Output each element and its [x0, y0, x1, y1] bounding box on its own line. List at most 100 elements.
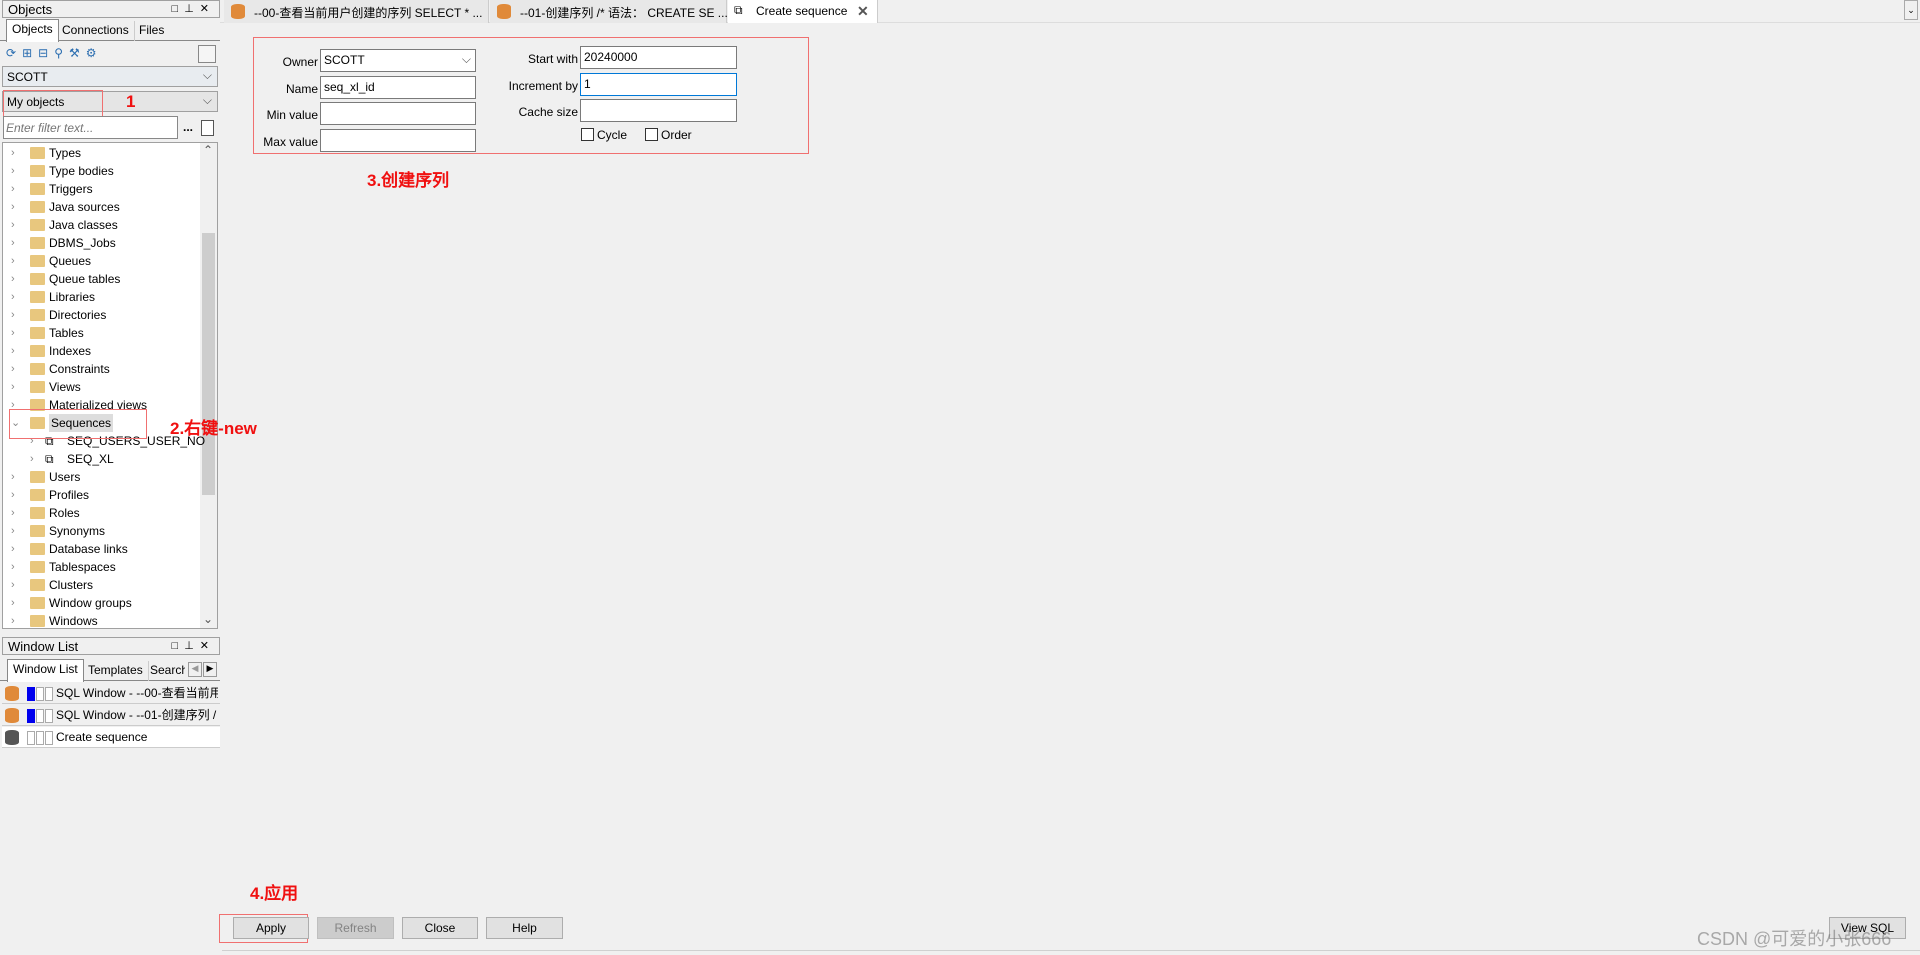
tab-scroll-right-icon[interactable]: ▶	[203, 662, 217, 677]
chevron-right-icon[interactable]: ›	[11, 558, 15, 576]
window-list-item[interactable]: SQL Window - --00-查看当前用户创建的序列 SELECT	[2, 683, 220, 704]
tree-item[interactable]: › Triggers	[3, 180, 201, 198]
tab-objects[interactable]: Objects	[6, 19, 59, 42]
cache-size-input[interactable]	[580, 99, 737, 122]
collapse-icon[interactable]: ⊟	[38, 46, 54, 60]
new-filter-icon[interactable]	[201, 120, 214, 136]
panel-controls[interactable]: □⊥✕	[172, 2, 215, 15]
filter-icon[interactable]: ⚒	[69, 46, 86, 60]
folder-icon	[30, 237, 45, 249]
tree-item[interactable]: › Roles	[3, 504, 201, 522]
expand-icon[interactable]: ⊞	[22, 46, 38, 60]
tree-item[interactable]: › Queues	[3, 252, 201, 270]
chevron-right-icon[interactable]: ›	[11, 378, 15, 396]
order-checkbox[interactable]	[645, 128, 658, 141]
window-list-tabs: Window List Templates Search ◀ ▶	[0, 659, 220, 682]
chevron-right-icon[interactable]: ›	[11, 324, 15, 342]
find-icon[interactable]: ⚲	[54, 46, 69, 60]
chevron-right-icon[interactable]: ›	[11, 288, 15, 306]
tab-scroll-left-icon[interactable]: ◀	[188, 662, 202, 677]
tree-item[interactable]: › Libraries	[3, 288, 201, 306]
chevron-right-icon[interactable]: ›	[11, 162, 15, 180]
objects-panel-header: Objects □⊥✕	[2, 0, 220, 18]
filter-edit-icon[interactable]: ⚙	[86, 46, 103, 60]
chevron-right-icon[interactable]: ›	[11, 468, 15, 486]
max-value-label: Max value	[263, 135, 318, 149]
tree-item[interactable]: › Windows	[3, 612, 201, 628]
tab-list-chevron-icon[interactable]: ⌄	[1904, 0, 1918, 20]
cycle-checkbox[interactable]	[581, 128, 594, 141]
chevron-right-icon[interactable]: ›	[11, 252, 15, 270]
tab-search[interactable]: Search	[145, 661, 185, 681]
close-button[interactable]: Close	[402, 917, 478, 939]
tab-templates[interactable]: Templates	[83, 661, 149, 681]
chevron-right-icon[interactable]: ›	[11, 486, 15, 504]
chevron-right-icon[interactable]: ›	[11, 306, 15, 324]
tree-item[interactable]: › Constraints	[3, 360, 201, 378]
folder-icon	[30, 219, 45, 231]
refresh-button[interactable]: Refresh	[317, 917, 394, 939]
tree-item[interactable]: › Indexes	[3, 342, 201, 360]
tab-files[interactable]: Files	[134, 21, 169, 41]
chevron-right-icon[interactable]: ›	[11, 522, 15, 540]
chevron-right-icon[interactable]: ›	[11, 144, 15, 162]
chevron-right-icon[interactable]: ›	[11, 180, 15, 198]
tree-item[interactable]: › Window groups	[3, 594, 201, 612]
chevron-right-icon[interactable]: ›	[11, 360, 15, 378]
tree-item[interactable]: › Views	[3, 378, 201, 396]
name-input[interactable]: seq_xl_id	[320, 76, 476, 99]
toggle-button[interactable]	[198, 45, 216, 63]
tree-item[interactable]: › Types	[3, 144, 201, 162]
scroll-thumb[interactable]	[202, 233, 215, 495]
chevron-right-icon[interactable]: ›	[11, 270, 15, 288]
owner-select[interactable]: SCOTT ⌵	[2, 66, 218, 87]
tree-item[interactable]: › Synonyms	[3, 522, 201, 540]
chevron-down-icon: ⌵	[461, 52, 471, 66]
tree-item[interactable]: › Users	[3, 468, 201, 486]
close-tab-icon[interactable]: ✕	[857, 3, 869, 20]
chevron-right-icon[interactable]: ›	[11, 198, 15, 216]
start-with-input[interactable]: 20240000	[580, 46, 737, 69]
chevron-right-icon[interactable]: ›	[11, 216, 15, 234]
tab-sql-window-00[interactable]: --00-查看当前用户创建的序列 SELECT * ...	[224, 0, 489, 23]
tree-item[interactable]: › Java classes	[3, 216, 201, 234]
tree-item[interactable]: › Type bodies	[3, 162, 201, 180]
chevron-right-icon[interactable]: ›	[11, 234, 15, 252]
chevron-right-icon[interactable]: ›	[11, 342, 15, 360]
tree-scrollbar[interactable]: ⌃ ⌄	[200, 143, 217, 628]
tree-item[interactable]: › Java sources	[3, 198, 201, 216]
tree-item[interactable]: › Tables	[3, 324, 201, 342]
tree-item[interactable]: › Clusters	[3, 576, 201, 594]
chevron-right-icon[interactable]: ›	[11, 612, 15, 628]
folder-icon	[30, 543, 45, 555]
panel-controls[interactable]: □⊥✕	[172, 639, 215, 652]
apply-button[interactable]: Apply	[233, 917, 309, 939]
tree-item[interactable]: › Database links	[3, 540, 201, 558]
tree-item[interactable]: › DBMS_Jobs	[3, 234, 201, 252]
refresh-icon[interactable]: ⟳	[6, 46, 22, 60]
owner-select[interactable]: SCOTT ⌵	[320, 49, 476, 72]
objects-toolbar[interactable]: ⟳⊞⊟⚲⚒⚙	[6, 46, 103, 60]
tree-item[interactable]: › Directories	[3, 306, 201, 324]
filter-input[interactable]	[3, 116, 178, 139]
min-value-input[interactable]	[320, 102, 476, 125]
tab-sql-window-01[interactable]: --01-创建序列 /* 语法： CREATE SE ...	[490, 0, 728, 23]
tree-item[interactable]: › Tablespaces	[3, 558, 201, 576]
chevron-right-icon[interactable]: ›	[11, 576, 15, 594]
chevron-right-icon[interactable]: ›	[30, 450, 34, 468]
window-list-item[interactable]: SQL Window - --01-创建序列 /	[2, 705, 220, 726]
chevron-right-icon[interactable]: ›	[11, 540, 15, 558]
increment-by-input[interactable]: 1	[580, 73, 737, 96]
tab-window-list[interactable]: Window List	[7, 659, 84, 682]
chevron-right-icon[interactable]: ›	[11, 594, 15, 612]
tree-item[interactable]: › Profiles	[3, 486, 201, 504]
tab-connections[interactable]: Connections	[57, 21, 135, 41]
chevron-right-icon[interactable]: ›	[11, 504, 15, 522]
tree-item[interactable]: › Queue tables	[3, 270, 201, 288]
max-value-input[interactable]	[320, 129, 476, 152]
increment-by-label: Increment by	[508, 79, 578, 93]
tab-create-sequence[interactable]: ⧉ Create sequence	[728, 0, 878, 23]
more-button[interactable]: ...	[183, 120, 193, 134]
help-button[interactable]: Help	[486, 917, 563, 939]
window-list-item[interactable]: Create sequence	[2, 727, 220, 748]
